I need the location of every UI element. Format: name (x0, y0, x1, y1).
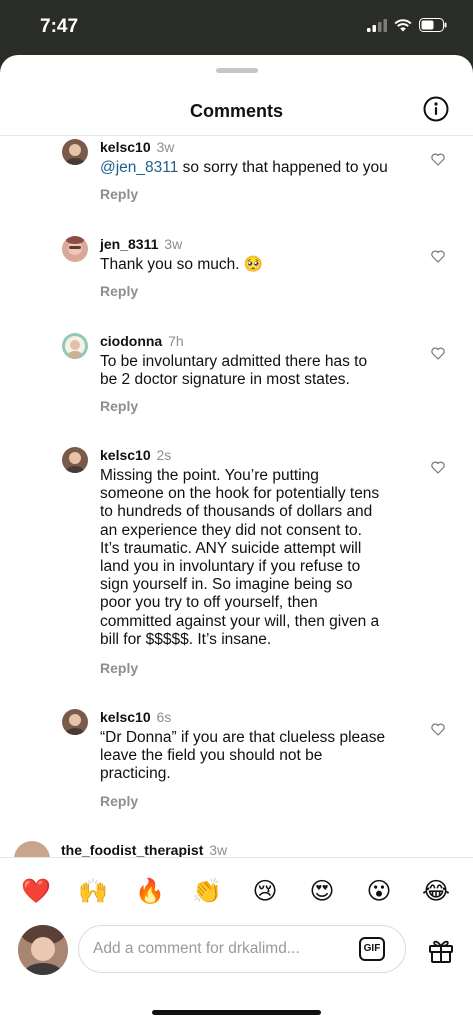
username-link[interactable]: kelsc10 (100, 139, 151, 155)
comment-input-placeholder: Add a comment for drkalimd... (93, 940, 300, 957)
comment-time: 2s (156, 447, 172, 463)
heart-icon[interactable] (431, 250, 445, 263)
avatar[interactable] (62, 236, 88, 262)
comment-time: 3w (209, 842, 228, 858)
comment-username[interactable]: ciodonna 7h (100, 333, 184, 349)
reaction-clap[interactable]: 👏 (192, 876, 222, 906)
comments-sheet: Comments kelsc10 3w @jen_8311 so sorry t… (0, 55, 473, 1023)
username-link[interactable]: kelsc10 (100, 447, 151, 463)
mention-link[interactable]: @jen_8311 (100, 159, 178, 176)
info-circle-icon[interactable] (423, 96, 449, 122)
sheet-title: Comments (189, 101, 283, 121)
signal-icon (367, 18, 387, 32)
reaction-raised-hands[interactable]: 🙌 (78, 876, 108, 906)
quick-reactions: ❤️ 🙌 🔥 👏 😢 😍 😮 😂 (0, 876, 473, 908)
reaction-surprised[interactable]: 😮 (364, 876, 394, 906)
status-bar: 7:47 (0, 0, 473, 56)
heart-icon[interactable] (431, 347, 445, 360)
battery-icon (419, 18, 447, 32)
comment-time: 3w (156, 139, 175, 155)
username-link[interactable]: kelsc10 (100, 709, 151, 725)
reaction-heart-eyes[interactable]: 😍 (307, 876, 337, 906)
reaction-heart[interactable]: ❤️ (21, 876, 51, 906)
comment-time: 3w (164, 236, 183, 252)
reply-button[interactable]: Reply (100, 398, 138, 414)
sheet-header: Comments (0, 81, 473, 136)
comment-item: kelsc10 6s “Dr Donna” if you are that cl… (0, 709, 473, 809)
comment-username[interactable]: the_foodist_therapist 3w (61, 842, 227, 858)
comment-text: @jen_8311 so sorry that happened to you (100, 159, 418, 177)
sheet-drag-handle[interactable] (216, 68, 258, 73)
reply-button[interactable]: Reply (100, 793, 138, 809)
avatar[interactable] (62, 139, 88, 165)
reaction-crying[interactable]: 😢 (250, 876, 280, 906)
comment-username[interactable]: kelsc10 3w (100, 139, 174, 155)
comment-item: kelsc10 2s Missing the point. You’re put… (0, 447, 473, 687)
reply-button[interactable]: Reply (100, 283, 138, 299)
home-indicator[interactable] (152, 1010, 321, 1015)
comment-composer: ❤️ 🙌 🔥 👏 😢 😍 😮 😂 Add a comment for drkal… (0, 857, 473, 1023)
gif-button[interactable]: GIF (359, 937, 385, 961)
reaction-fire[interactable]: 🔥 (135, 876, 165, 906)
current-user-avatar[interactable] (18, 925, 68, 975)
avatar[interactable] (62, 333, 88, 359)
comment-body: “Dr Donna” if you are that clueless plea… (100, 729, 386, 783)
comment-body: so sorry that happened to you (178, 159, 388, 176)
heart-icon[interactable] (431, 461, 445, 474)
comment-username[interactable]: jen_8311 3w (100, 236, 182, 252)
username-link[interactable]: the_foodist_therapist (61, 842, 203, 858)
comment-body: Missing the point. You’re putting someon… (100, 467, 380, 648)
gift-icon[interactable] (428, 938, 454, 964)
comment-item: kelsc10 3w @jen_8311 so sorry that happe… (0, 139, 473, 209)
comment-username[interactable]: kelsc10 6s (100, 709, 171, 725)
reaction-laughing[interactable]: 😂 (421, 876, 451, 906)
avatar[interactable] (62, 709, 88, 735)
comment-time: 7h (168, 333, 184, 349)
wifi-icon (394, 18, 412, 31)
username-link[interactable]: jen_8311 (100, 236, 158, 252)
heart-icon[interactable] (431, 153, 445, 166)
comment-time: 6s (156, 709, 172, 725)
comment-username[interactable]: kelsc10 2s (100, 447, 171, 463)
username-link[interactable]: ciodonna (100, 333, 162, 349)
comment-item: jen_8311 3w Thank you so much. 🥺 Reply (0, 236, 473, 306)
reply-button[interactable]: Reply (100, 660, 138, 676)
comment-body: Thank you so much. 🥺 (100, 256, 264, 273)
comment-body: To be involuntary admitted there has to … (100, 353, 368, 389)
comment-input[interactable]: Add a comment for drkalimd... GIF (78, 925, 406, 973)
reply-button[interactable]: Reply (100, 186, 138, 202)
comment-item: ciodonna 7h To be involuntary admitted t… (0, 333, 473, 423)
heart-icon[interactable] (431, 723, 445, 736)
avatar[interactable] (62, 447, 88, 473)
status-icons (367, 18, 447, 32)
status-time: 7:47 (40, 16, 79, 37)
